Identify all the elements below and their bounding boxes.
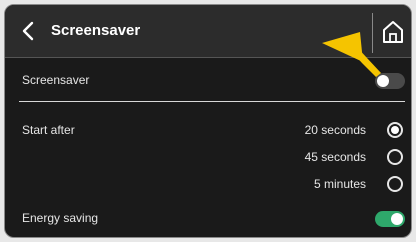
settings-screen: Screensaver Screensaver Start after 20 s…	[4, 4, 412, 238]
option-45-seconds-label: 45 seconds	[304, 150, 366, 164]
separator	[19, 101, 405, 102]
option-20-seconds-radio[interactable]	[387, 122, 403, 138]
toggle-knob	[391, 213, 403, 225]
home-icon	[383, 21, 403, 43]
option-5-minutes-label: 5 minutes	[313, 177, 366, 191]
chevron-left-icon	[22, 21, 34, 41]
energy-saving-toggle[interactable]	[375, 211, 405, 227]
back-button[interactable]	[11, 13, 45, 49]
toggle-knob	[377, 75, 389, 87]
option-45-seconds-radio[interactable]	[387, 149, 403, 165]
home-button[interactable]	[377, 15, 409, 49]
title-bar: Screensaver	[5, 5, 411, 58]
energy-saving-label: Energy saving	[22, 211, 99, 225]
option-5-minutes-radio[interactable]	[387, 176, 403, 192]
start-after-label: Start after	[22, 123, 75, 137]
option-20-seconds-label: 20 seconds	[304, 123, 366, 137]
screensaver-label: Screensaver	[22, 73, 90, 87]
screensaver-toggle[interactable]	[375, 73, 405, 89]
page-title: Screensaver	[51, 22, 141, 39]
divider	[372, 13, 373, 53]
